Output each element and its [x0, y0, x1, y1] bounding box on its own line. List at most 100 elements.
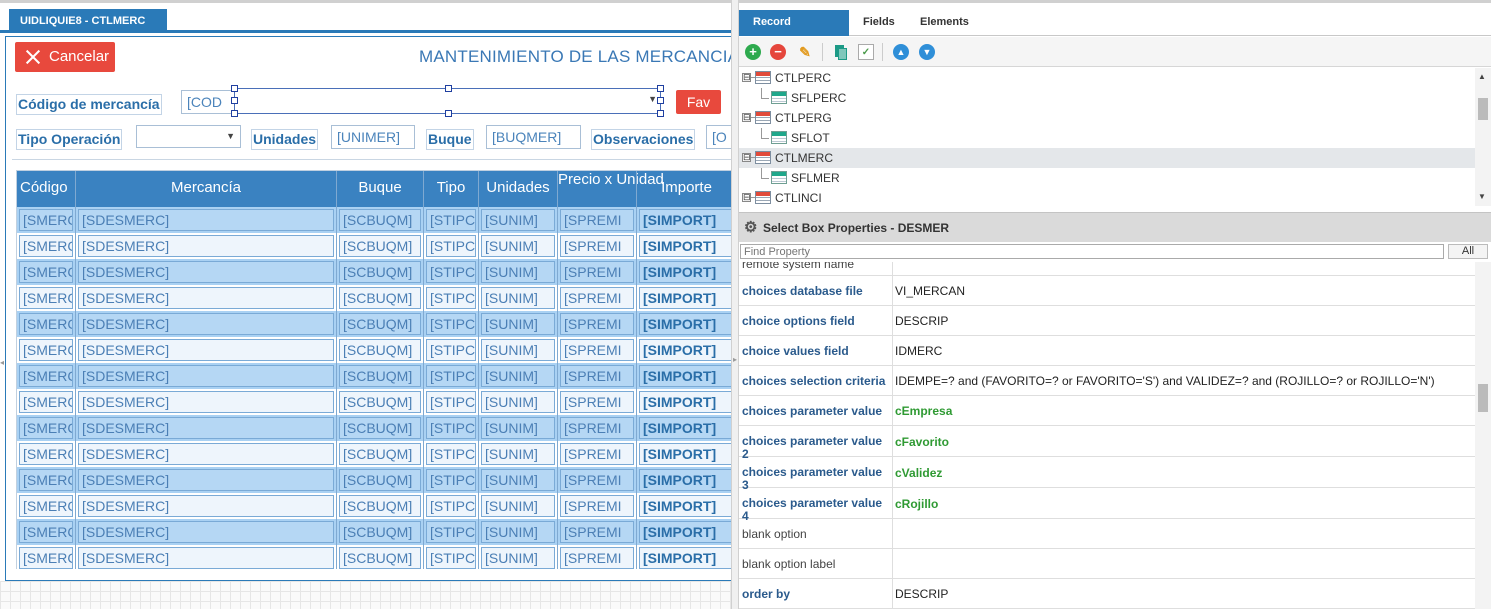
cell-importe[interactable]: [SIMPORT] — [639, 495, 734, 517]
collapse-icon[interactable]: ⊟ — [742, 193, 751, 202]
property-value[interactable]: cFavorito — [895, 435, 949, 449]
property-value[interactable]: DESCRIP — [895, 314, 948, 328]
cell-codigo[interactable]: [SMERC — [19, 287, 73, 309]
tab-record-formats[interactable]: Record Formats — [739, 10, 849, 52]
find-property-input[interactable] — [740, 244, 1444, 259]
cell-unidades[interactable]: [SUNIM] — [481, 261, 555, 283]
cell-mercancia[interactable]: [SDESMERC] — [78, 209, 334, 231]
cell-importe[interactable]: [SIMPORT] — [639, 391, 734, 413]
cell-codigo[interactable]: [SMERC — [19, 313, 73, 335]
cell-codigo[interactable]: [SMERC — [19, 209, 73, 231]
cell-unidades[interactable]: [SUNIM] — [481, 469, 555, 491]
cell-importe[interactable]: [SIMPORT] — [639, 547, 734, 569]
cell-mercancia[interactable]: [SDESMERC] — [78, 417, 334, 439]
cell-buque[interactable]: [SCBUQM] — [339, 235, 421, 257]
tree-item-sflperc[interactable]: SFLPERC — [739, 88, 1475, 108]
cell-importe[interactable]: [SIMPORT] — [639, 339, 734, 361]
codigo-field[interactable]: [COD — [181, 90, 235, 114]
cell-precio[interactable]: [SPREMI — [560, 313, 634, 335]
designer-tab[interactable]: UIDLIQUIE8 - CTLMERC — [9, 9, 167, 33]
tree-item-ctlperc[interactable]: ⊟ CTLPERC — [739, 68, 1475, 88]
property-row[interactable]: choice values field IDMERC — [739, 336, 1475, 366]
cell-mercancia[interactable]: [SDESMERC] — [78, 521, 334, 543]
all-button[interactable]: All — [1448, 244, 1488, 259]
add-icon[interactable]: + — [745, 44, 761, 60]
resize-handle[interactable] — [231, 110, 238, 117]
tab-fields[interactable]: Fields — [849, 10, 909, 36]
cell-buque[interactable]: [SCBUQM] — [339, 365, 421, 387]
cell-buque[interactable]: [SCBUQM] — [339, 443, 421, 465]
tree-scrollbar[interactable]: ▲ ▼ — [1475, 68, 1491, 206]
tab-elements[interactable]: Elements — [906, 10, 986, 36]
tree-item-ctlmerc[interactable]: ⊟ CTLMERC — [739, 148, 1475, 168]
cell-buque[interactable]: [SCBUQM] — [339, 521, 421, 543]
cell-mercancia[interactable]: [SDESMERC] — [78, 235, 334, 257]
scroll-up-icon[interactable]: ▲ — [1478, 72, 1486, 81]
cell-importe[interactable]: [SIMPORT] — [639, 209, 734, 231]
cell-codigo[interactable]: [SMERC — [19, 235, 73, 257]
cell-codigo[interactable]: [SMERC — [19, 365, 73, 387]
property-value[interactable]: IDMERC — [895, 344, 942, 358]
cell-importe[interactable]: [SIMPORT] — [639, 417, 734, 439]
cell-buque[interactable]: [SCBUQM] — [339, 209, 421, 231]
property-row[interactable]: choices database file VI_MERCAN — [739, 276, 1475, 306]
cell-buque[interactable]: [SCBUQM] — [339, 469, 421, 491]
cell-tipo[interactable]: [STIPC — [426, 469, 476, 491]
cell-buque[interactable]: [SCBUQM] — [339, 391, 421, 413]
collapse-icon[interactable]: ⊟ — [742, 153, 751, 162]
cell-precio[interactable]: [SPREMI — [560, 339, 634, 361]
cell-unidades[interactable]: [SUNIM] — [481, 313, 555, 335]
cell-importe[interactable]: [SIMPORT] — [639, 365, 734, 387]
cell-unidades[interactable]: [SUNIM] — [481, 365, 555, 387]
cell-codigo[interactable]: [SMERC — [19, 495, 73, 517]
property-row[interactable]: order by DESCRIP — [739, 579, 1475, 609]
cell-tipo[interactable]: [STIPC — [426, 495, 476, 517]
cell-codigo[interactable]: [SMERC — [19, 339, 73, 361]
tree-item-sflot[interactable]: SFLOT — [739, 128, 1475, 148]
cell-precio[interactable]: [SPREMI — [560, 391, 634, 413]
tree-item-ctlperg[interactable]: ⊟ CTLPERG — [739, 108, 1475, 128]
cell-importe[interactable]: [SIMPORT] — [639, 443, 734, 465]
tree-item-sflmer[interactable]: SFLMER — [739, 168, 1475, 188]
cell-codigo[interactable]: [SMERC — [19, 521, 73, 543]
cell-precio[interactable]: [SPREMI — [560, 469, 634, 491]
cell-unidades[interactable]: [SUNIM] — [481, 417, 555, 439]
cancel-button[interactable]: Cancelar — [15, 42, 115, 72]
cell-mercancia[interactable]: [SDESMERC] — [78, 495, 334, 517]
cell-importe[interactable]: [SIMPORT] — [639, 261, 734, 283]
move-up-icon[interactable]: ▲ — [893, 44, 909, 60]
cell-codigo[interactable]: [SMERC — [19, 417, 73, 439]
resize-handle[interactable] — [657, 110, 664, 117]
cell-mercancia[interactable]: [SDESMERC] — [78, 547, 334, 569]
edit-icon[interactable]: ✎ — [797, 44, 813, 60]
cell-precio[interactable]: [SPREMI — [560, 547, 634, 569]
cell-tipo[interactable]: [STIPC — [426, 417, 476, 439]
property-value[interactable]: cValidez — [895, 466, 942, 480]
cell-mercancia[interactable]: [SDESMERC] — [78, 469, 334, 491]
cell-precio[interactable]: [SPREMI — [560, 287, 634, 309]
cell-tipo[interactable]: [STIPC — [426, 391, 476, 413]
cell-buque[interactable]: [SCBUQM] — [339, 417, 421, 439]
cell-codigo[interactable]: [SMERC — [19, 469, 73, 491]
cell-codigo[interactable]: [SMERC — [19, 443, 73, 465]
cell-buque[interactable]: [SCBUQM] — [339, 547, 421, 569]
cell-precio[interactable]: [SPREMI — [560, 443, 634, 465]
property-row[interactable]: remote system name — [739, 262, 1475, 276]
properties-scrollbar[interactable] — [1475, 262, 1491, 609]
resize-handle[interactable] — [445, 110, 452, 117]
property-row[interactable]: blank option label — [739, 549, 1475, 579]
cell-buque[interactable]: [SCBUQM] — [339, 261, 421, 283]
resize-handle[interactable] — [445, 85, 452, 92]
cell-unidades[interactable]: [SUNIM] — [481, 443, 555, 465]
cell-tipo[interactable]: [STIPC — [426, 261, 476, 283]
subfile-table[interactable]: Código Mercancía Buque Tipo Unidades Precio x… — [16, 170, 735, 569]
buque-field[interactable]: [BUQMER] — [486, 125, 581, 149]
cell-codigo[interactable]: [SMERC — [19, 391, 73, 413]
scroll-down-icon[interactable]: ▼ — [1478, 192, 1486, 201]
cell-buque[interactable]: [SCBUQM] — [339, 495, 421, 517]
cell-mercancia[interactable]: [SDESMERC] — [78, 443, 334, 465]
property-value[interactable]: cRojillo — [895, 497, 938, 511]
remove-icon[interactable]: − — [770, 44, 786, 60]
unidades-field[interactable]: [UNIMER] — [331, 125, 415, 149]
cell-unidades[interactable]: [SUNIM] — [481, 521, 555, 543]
